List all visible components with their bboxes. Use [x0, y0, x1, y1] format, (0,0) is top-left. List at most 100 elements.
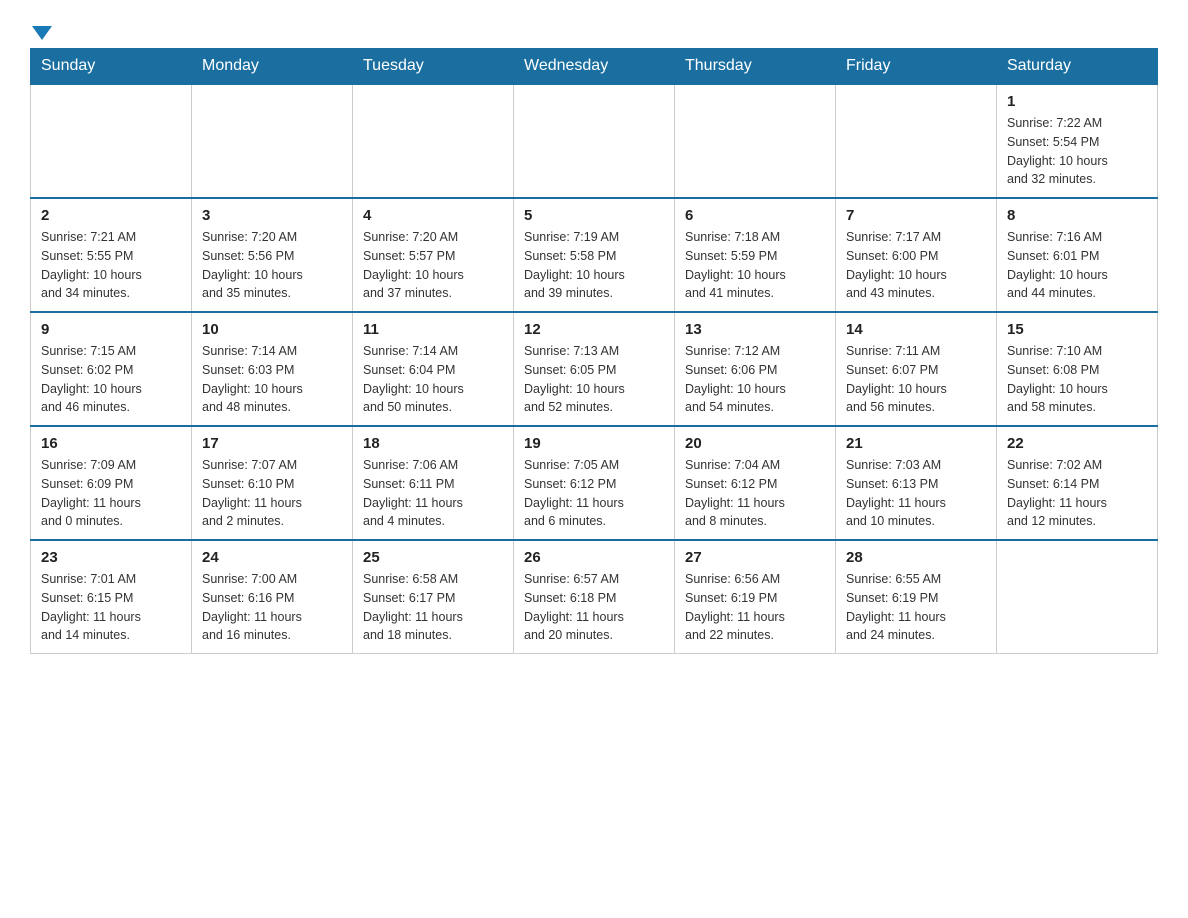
day-info: Sunrise: 7:06 AM Sunset: 6:11 PM Dayligh…: [363, 456, 503, 531]
day-number: 11: [363, 321, 503, 338]
day-info: Sunrise: 7:13 AM Sunset: 6:05 PM Dayligh…: [524, 342, 664, 417]
day-info: Sunrise: 7:04 AM Sunset: 6:12 PM Dayligh…: [685, 456, 825, 531]
calendar-cell: 6 Sunrise: 7:18 AM Sunset: 5:59 PM Daylig…: [675, 198, 836, 312]
calendar-cell: 22 Sunrise: 7:02 AM Sunset: 6:14 PM Dayli…: [997, 426, 1158, 540]
calendar-cell: 24 Sunrise: 7:00 AM Sunset: 6:16 PM Dayli…: [192, 540, 353, 654]
day-info: Sunrise: 7:03 AM Sunset: 6:13 PM Dayligh…: [846, 456, 986, 531]
day-info: Sunrise: 7:16 AM Sunset: 6:01 PM Dayligh…: [1007, 228, 1147, 303]
calendar-cell: [353, 84, 514, 198]
calendar-cell: 26 Sunrise: 6:57 AM Sunset: 6:18 PM Dayli…: [514, 540, 675, 654]
day-number: 13: [685, 321, 825, 338]
calendar-cell: 18 Sunrise: 7:06 AM Sunset: 6:11 PM Dayli…: [353, 426, 514, 540]
calendar-cell: 10 Sunrise: 7:14 AM Sunset: 6:03 PM Dayli…: [192, 312, 353, 426]
day-info: Sunrise: 7:11 AM Sunset: 6:07 PM Dayligh…: [846, 342, 986, 417]
day-number: 15: [1007, 321, 1147, 338]
calendar-cell: 1 Sunrise: 7:22 AM Sunset: 5:54 PM Daylig…: [997, 84, 1158, 198]
day-number: 1: [1007, 93, 1147, 110]
day-number: 2: [41, 207, 181, 224]
day-number: 21: [846, 435, 986, 452]
calendar-cell: 20 Sunrise: 7:04 AM Sunset: 6:12 PM Dayli…: [675, 426, 836, 540]
day-number: 10: [202, 321, 342, 338]
calendar-week-1: 1 Sunrise: 7:22 AM Sunset: 5:54 PM Daylig…: [31, 84, 1158, 198]
day-info: Sunrise: 7:05 AM Sunset: 6:12 PM Dayligh…: [524, 456, 664, 531]
day-info: Sunrise: 6:58 AM Sunset: 6:17 PM Dayligh…: [363, 570, 503, 645]
day-number: 23: [41, 549, 181, 566]
calendar-cell: 14 Sunrise: 7:11 AM Sunset: 6:07 PM Dayli…: [836, 312, 997, 426]
day-number: 4: [363, 207, 503, 224]
day-info: Sunrise: 7:12 AM Sunset: 6:06 PM Dayligh…: [685, 342, 825, 417]
day-number: 18: [363, 435, 503, 452]
calendar-cell: [192, 84, 353, 198]
calendar-cell: 19 Sunrise: 7:05 AM Sunset: 6:12 PM Dayli…: [514, 426, 675, 540]
day-info: Sunrise: 7:18 AM Sunset: 5:59 PM Dayligh…: [685, 228, 825, 303]
calendar-cell: [997, 540, 1158, 654]
calendar-table: SundayMondayTuesdayWednesdayThursdayFrid…: [30, 48, 1158, 654]
calendar-cell: 7 Sunrise: 7:17 AM Sunset: 6:00 PM Daylig…: [836, 198, 997, 312]
day-info: Sunrise: 6:57 AM Sunset: 6:18 PM Dayligh…: [524, 570, 664, 645]
logo: [30, 20, 52, 38]
calendar-week-5: 23 Sunrise: 7:01 AM Sunset: 6:15 PM Dayli…: [31, 540, 1158, 654]
calendar-cell: 21 Sunrise: 7:03 AM Sunset: 6:13 PM Dayli…: [836, 426, 997, 540]
day-number: 20: [685, 435, 825, 452]
calendar-cell: 5 Sunrise: 7:19 AM Sunset: 5:58 PM Daylig…: [514, 198, 675, 312]
calendar-cell: 23 Sunrise: 7:01 AM Sunset: 6:15 PM Dayli…: [31, 540, 192, 654]
day-number: 14: [846, 321, 986, 338]
calendar-cell: 12Sunrise: 7:13 AM Sunset: 6:05 PM Dayli…: [514, 312, 675, 426]
header-saturday: Saturday: [997, 49, 1158, 85]
day-number: 6: [685, 207, 825, 224]
day-info: Sunrise: 7:20 AM Sunset: 5:57 PM Dayligh…: [363, 228, 503, 303]
calendar-header-row: SundayMondayTuesdayWednesdayThursdayFrid…: [31, 49, 1158, 85]
calendar-cell: [31, 84, 192, 198]
day-info: Sunrise: 7:10 AM Sunset: 6:08 PM Dayligh…: [1007, 342, 1147, 417]
day-info: Sunrise: 7:09 AM Sunset: 6:09 PM Dayligh…: [41, 456, 181, 531]
day-info: Sunrise: 6:56 AM Sunset: 6:19 PM Dayligh…: [685, 570, 825, 645]
calendar-week-2: 2 Sunrise: 7:21 AM Sunset: 5:55 PM Daylig…: [31, 198, 1158, 312]
day-number: 27: [685, 549, 825, 566]
day-info: Sunrise: 7:02 AM Sunset: 6:14 PM Dayligh…: [1007, 456, 1147, 531]
day-number: 25: [363, 549, 503, 566]
calendar-cell: 11Sunrise: 7:14 AM Sunset: 6:04 PM Dayli…: [353, 312, 514, 426]
calendar-cell: [836, 84, 997, 198]
day-info: Sunrise: 7:01 AM Sunset: 6:15 PM Dayligh…: [41, 570, 181, 645]
day-info: Sunrise: 7:19 AM Sunset: 5:58 PM Dayligh…: [524, 228, 664, 303]
day-info: Sunrise: 7:20 AM Sunset: 5:56 PM Dayligh…: [202, 228, 342, 303]
calendar-cell: 8 Sunrise: 7:16 AM Sunset: 6:01 PM Daylig…: [997, 198, 1158, 312]
calendar-cell: 16 Sunrise: 7:09 AM Sunset: 6:09 PM Dayli…: [31, 426, 192, 540]
page-header: [30, 20, 1158, 38]
day-info: Sunrise: 7:14 AM Sunset: 6:03 PM Dayligh…: [202, 342, 342, 417]
day-number: 8: [1007, 207, 1147, 224]
calendar-cell: 4 Sunrise: 7:20 AM Sunset: 5:57 PM Daylig…: [353, 198, 514, 312]
calendar-cell: [514, 84, 675, 198]
calendar-cell: 28 Sunrise: 6:55 AM Sunset: 6:19 PM Dayli…: [836, 540, 997, 654]
calendar-cell: 25 Sunrise: 6:58 AM Sunset: 6:17 PM Dayli…: [353, 540, 514, 654]
day-info: Sunrise: 7:21 AM Sunset: 5:55 PM Dayligh…: [41, 228, 181, 303]
calendar-week-4: 16 Sunrise: 7:09 AM Sunset: 6:09 PM Dayli…: [31, 426, 1158, 540]
day-info: Sunrise: 6:55 AM Sunset: 6:19 PM Dayligh…: [846, 570, 986, 645]
day-number: 19: [524, 435, 664, 452]
day-number: 9: [41, 321, 181, 338]
calendar-cell: 17Sunrise: 7:07 AM Sunset: 6:10 PM Dayli…: [192, 426, 353, 540]
day-info: Sunrise: 7:22 AM Sunset: 5:54 PM Dayligh…: [1007, 114, 1147, 189]
day-number: 5: [524, 207, 664, 224]
header-monday: Monday: [192, 49, 353, 85]
day-number: 28: [846, 549, 986, 566]
calendar-cell: 2 Sunrise: 7:21 AM Sunset: 5:55 PM Daylig…: [31, 198, 192, 312]
day-info: Sunrise: 7:17 AM Sunset: 6:00 PM Dayligh…: [846, 228, 986, 303]
header-wednesday: Wednesday: [514, 49, 675, 85]
header-thursday: Thursday: [675, 49, 836, 85]
day-number: 26: [524, 549, 664, 566]
calendar-week-3: 9 Sunrise: 7:15 AM Sunset: 6:02 PM Daylig…: [31, 312, 1158, 426]
day-number: 22: [1007, 435, 1147, 452]
day-info: Sunrise: 7:00 AM Sunset: 6:16 PM Dayligh…: [202, 570, 342, 645]
calendar-cell: [675, 84, 836, 198]
day-info: Sunrise: 7:15 AM Sunset: 6:02 PM Dayligh…: [41, 342, 181, 417]
day-number: 24: [202, 549, 342, 566]
header-sunday: Sunday: [31, 49, 192, 85]
calendar-cell: 27 Sunrise: 6:56 AM Sunset: 6:19 PM Dayli…: [675, 540, 836, 654]
day-number: 7: [846, 207, 986, 224]
day-number: 16: [41, 435, 181, 452]
day-number: 17: [202, 435, 342, 452]
header-tuesday: Tuesday: [353, 49, 514, 85]
calendar-cell: 15 Sunrise: 7:10 AM Sunset: 6:08 PM Dayli…: [997, 312, 1158, 426]
calendar-cell: 3Sunrise: 7:20 AM Sunset: 5:56 PM Daylig…: [192, 198, 353, 312]
